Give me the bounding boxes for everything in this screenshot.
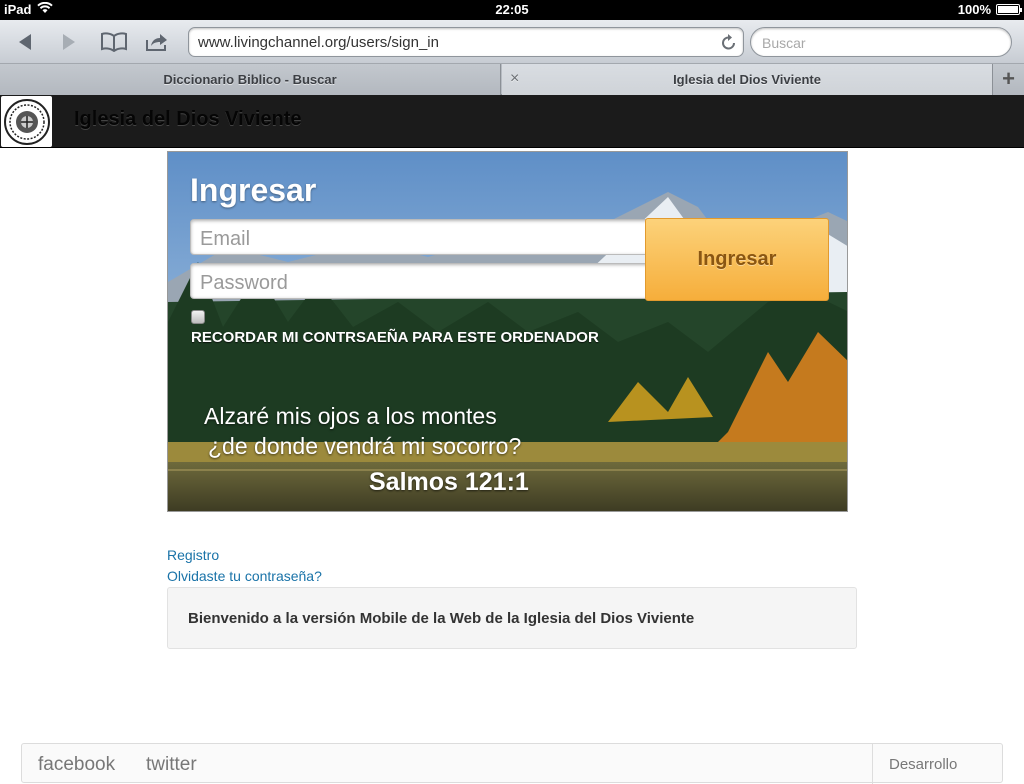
password-field[interactable] <box>190 263 650 299</box>
verse-line-1: Alzaré mis ojos a los montes <box>204 403 497 429</box>
tab-close-icon[interactable]: × <box>510 70 519 88</box>
login-hero: Ingresar Ingresar RECORDAR MI CONTRSAEÑA… <box>167 151 848 512</box>
footer-credit[interactable]: Desarrollo <box>872 744 1003 784</box>
back-button[interactable] <box>14 28 36 56</box>
reload-icon[interactable] <box>721 33 737 55</box>
new-tab-button[interactable]: + <box>992 64 1024 95</box>
register-link[interactable]: Registro <box>167 547 219 563</box>
battery-icon <box>996 4 1022 15</box>
url-text: www.livingchannel.org/users/sign_in <box>198 34 439 51</box>
twitter-link[interactable]: twitter <box>146 754 197 776</box>
forward-button[interactable] <box>58 28 80 56</box>
login-button[interactable]: Ingresar <box>645 218 829 301</box>
book-icon <box>101 32 127 52</box>
verse-line-2: ¿de donde vendrá mi socorro? <box>208 433 522 459</box>
email-field[interactable] <box>190 219 650 255</box>
verse-reference: Salmos 121:1 <box>369 468 529 496</box>
remember-label[interactable]: RECORDAR MI CONTRSAEÑA PARA ESTE ORDENAD… <box>191 329 599 346</box>
tab-diccionario[interactable]: Diccionario Biblico - Buscar <box>0 64 501 95</box>
back-arrow-icon <box>19 34 31 50</box>
browser-toolbar: www.livingchannel.org/users/sign_in Busc… <box>0 20 1024 64</box>
status-time: 22:05 <box>495 2 529 17</box>
search-field[interactable]: Buscar <box>750 27 1012 57</box>
church-logo[interactable] <box>1 96 52 147</box>
battery-percent: 100% <box>957 2 991 17</box>
share-icon <box>146 34 167 51</box>
share-button[interactable] <box>144 28 170 56</box>
status-right: 100% <box>957 2 1022 17</box>
bookmarks-button[interactable] <box>100 28 128 56</box>
welcome-message: Bienvenido a la versión Mobile de la Web… <box>167 587 857 649</box>
forgot-password-link[interactable]: Olvidaste tu contraseña? <box>167 568 322 584</box>
site-header: Iglesia del Dios Viviente <box>0 95 1024 148</box>
forward-arrow-icon <box>63 34 75 50</box>
remember-checkbox[interactable] <box>191 310 205 324</box>
tab-bar: Diccionario Biblico - Buscar × Iglesia d… <box>0 64 1024 95</box>
search-placeholder: Buscar <box>762 35 806 51</box>
url-field[interactable]: www.livingchannel.org/users/sign_in <box>188 27 744 57</box>
facebook-link[interactable]: facebook <box>38 754 115 776</box>
site-title[interactable]: Iglesia del Dios Viviente <box>74 108 302 131</box>
seal-icon <box>3 98 50 145</box>
site-footer: facebook twitter Desarrollo <box>21 743 1003 784</box>
tab-iglesia[interactable]: × Iglesia del Dios Viviente <box>502 64 992 95</box>
login-title: Ingresar <box>190 172 317 208</box>
tab-label: Diccionario Biblico - Buscar <box>163 72 337 87</box>
tab-label: Iglesia del Dios Viviente <box>673 72 821 87</box>
status-bar: iPad 22:05 100% <box>0 0 1024 20</box>
